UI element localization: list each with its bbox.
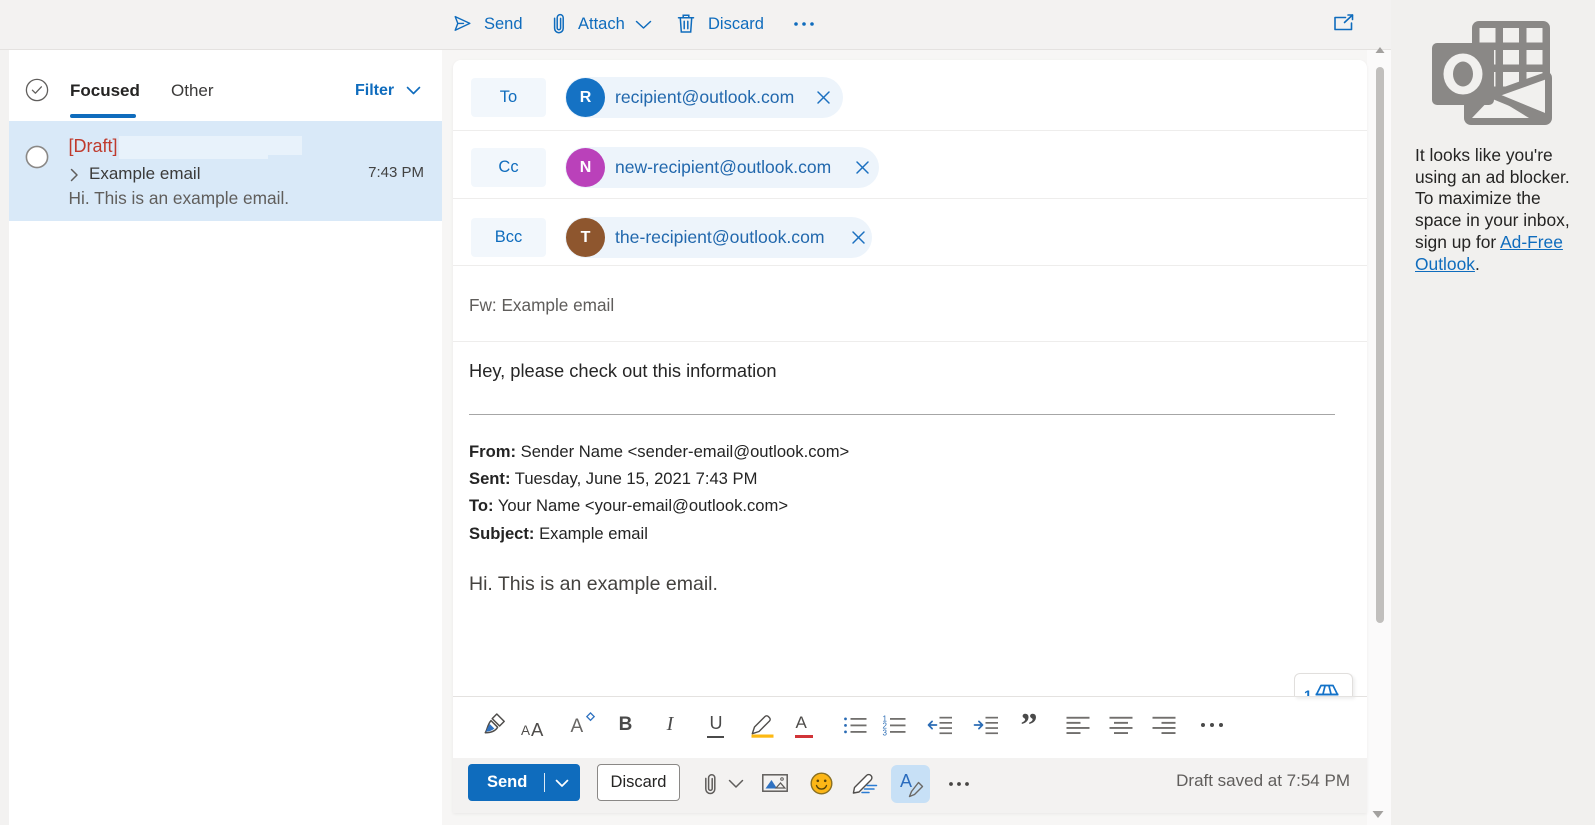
svg-text:3: 3 <box>883 729 888 738</box>
